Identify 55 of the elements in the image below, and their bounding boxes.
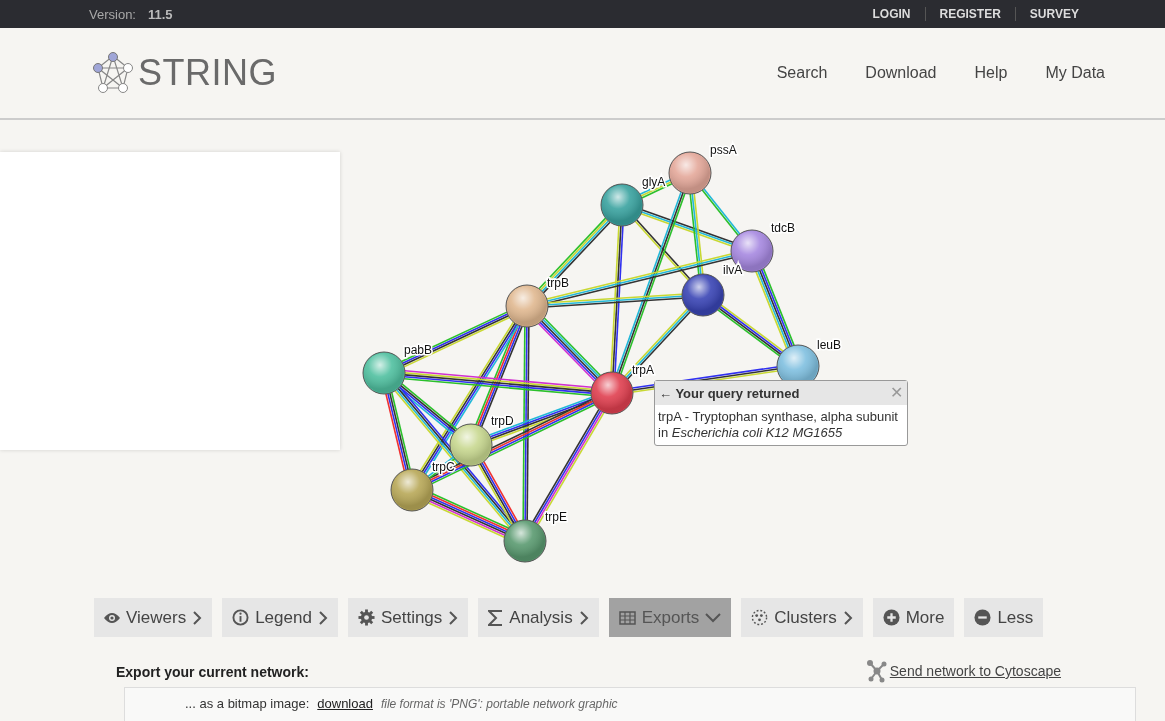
nav-link[interactable]: Download bbox=[865, 64, 937, 82]
export-heading: Export your current network: bbox=[116, 664, 309, 680]
toolbar-button[interactable]: More bbox=[872, 598, 955, 637]
sigma-icon bbox=[488, 609, 504, 626]
caret-icon bbox=[705, 612, 722, 623]
top-link[interactable]: SURVEY bbox=[1014, 7, 1093, 21]
protein-node[interactable] bbox=[600, 183, 644, 227]
version-label: Version: bbox=[89, 6, 136, 22]
top-link[interactable]: LOGIN bbox=[858, 7, 925, 21]
eye-icon bbox=[104, 611, 120, 624]
nav-link[interactable]: My Data bbox=[1045, 64, 1105, 82]
protein-node[interactable] bbox=[390, 468, 434, 512]
protein-node[interactable] bbox=[668, 151, 712, 195]
node-label: pssA bbox=[710, 143, 737, 157]
tooltip-title: ← Your query returned bbox=[659, 385, 801, 401]
chevron-icon bbox=[317, 610, 328, 625]
nav-link[interactable]: Search bbox=[776, 64, 828, 82]
logo-text: STRING bbox=[138, 52, 277, 94]
toolbar-button[interactable]: Legend bbox=[222, 598, 338, 637]
toolbar-button[interactable]: Clusters bbox=[741, 598, 863, 637]
toolbar-button[interactable]: Analysis bbox=[478, 598, 599, 637]
tooltip-text: trpA - Tryptophan synthase, alpha subunit in Escherichia coli K12 MG1655 bbox=[657, 408, 899, 442]
info-icon bbox=[232, 609, 250, 626]
top-link[interactable]: REGISTER bbox=[924, 7, 1015, 21]
protein-node[interactable] bbox=[362, 351, 406, 395]
protein-node[interactable] bbox=[681, 273, 725, 317]
cluster-icon bbox=[751, 609, 769, 626]
protein-node[interactable] bbox=[503, 519, 547, 563]
minus-icon bbox=[974, 609, 992, 626]
node-label: trpD bbox=[491, 414, 514, 428]
toolbar-button[interactable]: Viewers bbox=[94, 598, 213, 637]
download-link[interactable]: download bbox=[317, 696, 373, 711]
format-note: file format is 'PNG': portable network graphic bbox=[380, 697, 618, 711]
network-icon bbox=[865, 659, 888, 683]
cytoscape-link[interactable]: Send network to Cytoscape bbox=[889, 663, 1061, 679]
protein-node[interactable] bbox=[505, 284, 549, 328]
node-label: leuB bbox=[817, 338, 842, 352]
node-label: tdcB bbox=[771, 221, 795, 235]
protein-node[interactable] bbox=[590, 371, 634, 415]
chevron-icon bbox=[842, 610, 853, 625]
toolbar-button[interactable]: Less bbox=[964, 598, 1044, 637]
node-label: ilvA bbox=[723, 263, 743, 277]
export-label: ... as a bitmap image: bbox=[185, 696, 310, 711]
plus-icon bbox=[882, 609, 900, 626]
table-icon bbox=[618, 610, 636, 625]
chevron-icon bbox=[192, 610, 203, 625]
toolbar-button[interactable]: Settings bbox=[347, 598, 469, 637]
logo-icon bbox=[92, 52, 134, 94]
version-number: 11.5 bbox=[148, 6, 173, 22]
chevron-icon bbox=[578, 610, 589, 625]
settings-icon bbox=[357, 609, 375, 626]
node-label: glyA bbox=[642, 175, 666, 189]
nav-link[interactable]: Help bbox=[974, 64, 1008, 82]
chevron-icon bbox=[448, 610, 459, 625]
node-label: trpE bbox=[545, 510, 567, 524]
